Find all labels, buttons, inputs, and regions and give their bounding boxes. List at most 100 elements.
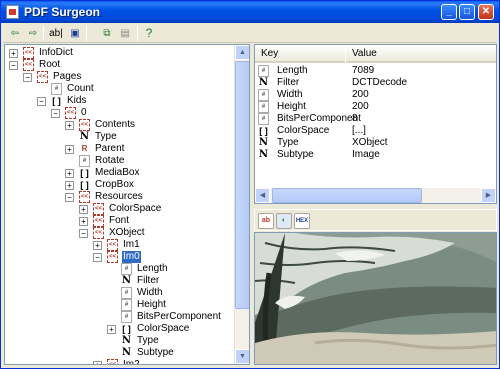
- tree-node[interactable]: N Type: [5, 131, 233, 143]
- expand-icon[interactable]: +: [65, 169, 74, 178]
- paste-icon[interactable]: ▤: [117, 26, 133, 41]
- collapse-icon[interactable]: −: [37, 97, 46, 106]
- save-icon[interactable]: ⇨: [25, 26, 41, 41]
- title-bar[interactable]: PDF Surgeon _ □ ✕: [1, 1, 499, 23]
- tree-node[interactable]: + << Im1: [5, 239, 233, 251]
- image-view-icon[interactable]: ◐: [276, 213, 292, 229]
- help-icon[interactable]: ?: [141, 26, 157, 41]
- maximize-button[interactable]: □: [459, 4, 475, 20]
- text-view-icon[interactable]: ab: [258, 213, 274, 229]
- tree-node[interactable]: + R Parent: [5, 143, 233, 155]
- column-header-value[interactable]: Value: [346, 45, 496, 63]
- property-row[interactable]: N Type XObject: [255, 137, 496, 149]
- tree-node[interactable]: + << Font: [5, 215, 233, 227]
- tree-node[interactable]: + [ ] ColorSpace: [5, 323, 233, 335]
- tree-node[interactable]: N Subtype: [5, 347, 233, 359]
- expand-icon[interactable]: +: [65, 145, 74, 154]
- disk-icon[interactable]: ▣: [67, 26, 83, 41]
- property-row[interactable]: # BitsPerComponent 8: [255, 113, 496, 125]
- scroll-down-icon[interactable]: ▼: [235, 349, 249, 364]
- tree-node[interactable]: + << Contents: [5, 119, 233, 131]
- tree-node[interactable]: # Length: [5, 263, 233, 275]
- tree-node[interactable]: N Filter: [5, 275, 233, 287]
- tree-node[interactable]: − << 0: [5, 107, 233, 119]
- property-row[interactable]: [ ] ColorSpace [...]: [255, 125, 496, 137]
- scroll-thumb[interactable]: [235, 61, 249, 309]
- properties-hscrollbar[interactable]: ◀ ▶: [255, 188, 496, 203]
- num-type-icon: #: [121, 287, 132, 299]
- dict-type-icon: <<: [79, 119, 90, 131]
- tree-node[interactable]: # BitsPerComponent: [5, 311, 233, 323]
- tree-node[interactable]: + [ ] MediaBox: [5, 167, 233, 179]
- scroll-right-icon[interactable]: ▶: [481, 188, 496, 203]
- tree-node[interactable]: + [ ] CropBox: [5, 179, 233, 191]
- expand-icon[interactable]: +: [93, 241, 102, 250]
- tree-node[interactable]: − << Root: [5, 59, 233, 71]
- property-row[interactable]: # Length 7089: [255, 65, 496, 77]
- copy-icon[interactable]: ⧉: [99, 26, 115, 41]
- property-value: 200: [352, 101, 369, 112]
- tree-node[interactable]: + << ColorSpace: [5, 203, 233, 215]
- tree-node-label: Height: [137, 299, 166, 310]
- tree-node[interactable]: # Width: [5, 287, 233, 299]
- tree-node[interactable]: −[ ] Kids: [5, 95, 233, 107]
- collapse-icon[interactable]: −: [93, 253, 102, 262]
- collapse-icon[interactable]: −: [65, 193, 74, 202]
- text-edit-icon[interactable]: ab|: [47, 26, 65, 41]
- tree-node[interactable]: # Height: [5, 299, 233, 311]
- open-icon[interactable]: ⇦: [7, 26, 23, 41]
- hscroll-thumb[interactable]: [272, 188, 422, 203]
- tree-node[interactable]: + << Im2: [5, 359, 233, 364]
- tree-node[interactable]: # Count: [5, 83, 233, 95]
- expand-icon[interactable]: +: [9, 49, 18, 58]
- tree-node-label: Type: [137, 335, 159, 346]
- minimize-button[interactable]: _: [441, 4, 457, 20]
- tree-node[interactable]: # Rotate: [5, 155, 233, 167]
- collapse-icon[interactable]: −: [23, 73, 32, 82]
- close-button[interactable]: ✕: [478, 4, 494, 20]
- property-row[interactable]: # Width 200: [255, 89, 496, 101]
- property-row[interactable]: N Subtype Image: [255, 149, 496, 161]
- scroll-up-icon[interactable]: ▲: [235, 45, 249, 60]
- collapse-icon[interactable]: −: [51, 109, 60, 118]
- tree-scrollbar[interactable]: ▲ ▼: [234, 45, 249, 364]
- hex-view-icon[interactable]: HEX: [294, 213, 310, 229]
- tree-node[interactable]: − << Pages: [5, 71, 233, 83]
- arr-type-icon: [ ]: [80, 168, 89, 178]
- expand-icon[interactable]: +: [79, 205, 88, 214]
- tree-node[interactable]: − << Resources: [5, 191, 233, 203]
- ref-type-icon: R: [81, 144, 88, 153]
- property-key: Type: [277, 137, 299, 148]
- property-row[interactable]: N Filter DCTDecode: [255, 77, 496, 89]
- expand-icon[interactable]: +: [65, 181, 74, 190]
- tree-node-label: InfoDict: [39, 47, 73, 58]
- tree-node[interactable]: + << InfoDict: [5, 47, 233, 59]
- num-type-icon: #: [121, 299, 132, 311]
- tree-node-label: CropBox: [95, 179, 134, 190]
- tree-node-label: Length: [137, 263, 168, 274]
- tree-node[interactable]: − << XObject: [5, 227, 233, 239]
- tree-node[interactable]: − << Im0: [5, 251, 233, 263]
- tree-node-label: Im0: [122, 251, 141, 263]
- expand-icon[interactable]: +: [107, 325, 116, 334]
- property-row[interactable]: # Height 200: [255, 101, 496, 113]
- expand-icon[interactable]: +: [79, 217, 88, 226]
- tree-node-label: Font: [109, 215, 130, 226]
- column-header-key[interactable]: Key: [255, 45, 345, 63]
- collapse-icon[interactable]: −: [79, 229, 88, 238]
- tree-node[interactable]: N Type: [5, 335, 233, 347]
- expand-icon[interactable]: +: [93, 361, 102, 364]
- dict-type-icon: <<: [23, 59, 34, 71]
- object-tree[interactable]: + << InfoDict − << Root − << Pages # Count −[ ] Kids…: [4, 44, 250, 365]
- dict-type-icon: <<: [107, 359, 118, 364]
- tree-node-label: BitsPerComponent: [137, 311, 221, 322]
- collapse-icon[interactable]: −: [9, 61, 18, 70]
- expand-icon[interactable]: +: [65, 121, 74, 130]
- dict-type-icon: <<: [79, 191, 90, 203]
- name-type-icon: N: [121, 335, 132, 346]
- properties-list[interactable]: Key Value # Length 7089 N Filter DCTDecode # Wi…: [254, 44, 497, 204]
- dict-type-icon: <<: [93, 203, 104, 215]
- property-value: DCTDecode: [352, 77, 408, 88]
- num-type-icon: #: [121, 311, 132, 323]
- scroll-left-icon[interactable]: ◀: [255, 188, 270, 203]
